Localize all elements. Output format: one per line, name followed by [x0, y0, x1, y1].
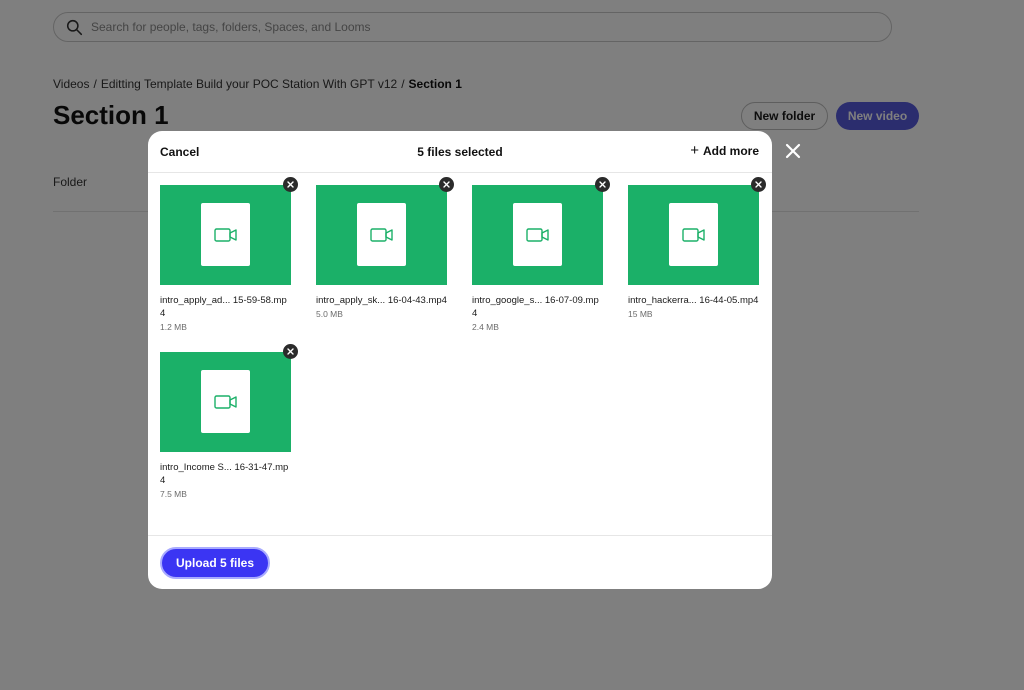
close-icon: [785, 143, 801, 159]
video-camera-icon: [525, 227, 549, 242]
close-modal-button[interactable]: [782, 140, 804, 162]
upload-files-button[interactable]: Upload 5 files: [160, 547, 270, 579]
remove-file-icon: [755, 181, 762, 188]
file-thumbnail: [160, 177, 298, 285]
modal-title: 5 files selected: [417, 145, 503, 159]
file-card: intro_google_s... 16-07-09.mp4 2.4 MB: [472, 177, 610, 332]
file-size: 5.0 MB: [316, 309, 343, 319]
modal-footer-divider: [148, 535, 772, 536]
modal-header: Cancel 5 files selected + Add more: [148, 131, 772, 173]
add-more-button[interactable]: + Add more: [690, 142, 759, 159]
file-preview: [201, 370, 250, 433]
file-size: 15 MB: [628, 309, 653, 319]
video-camera-icon: [681, 227, 705, 242]
file-name: intro_hackerra... 16-44-05.mp4: [628, 295, 759, 306]
file-card: intro_Income S... 16-31-47.mp4 7.5 MB: [160, 344, 298, 499]
file-thumbnail: [316, 177, 454, 285]
remove-file-icon: [599, 181, 606, 188]
file-thumbnail: [160, 344, 298, 452]
add-more-label: Add more: [702, 144, 759, 158]
file-card: intro_apply_sk... 16-04-43.mp4 5.0 MB: [316, 177, 454, 319]
remove-file-button[interactable]: [595, 177, 610, 192]
file-preview: [201, 203, 250, 266]
file-size: 2.4 MB: [472, 322, 499, 332]
file-thumbnail: [628, 177, 766, 285]
video-camera-icon: [369, 227, 393, 242]
video-camera-icon: [213, 227, 237, 242]
file-preview: [357, 203, 406, 266]
file-size: 1.2 MB: [160, 322, 187, 332]
remove-file-icon: [287, 181, 294, 188]
file-name: intro_Income S... 16-31-47.mp4: [160, 462, 289, 486]
remove-file-icon: [443, 181, 450, 188]
video-camera-icon: [213, 394, 237, 409]
remove-file-button[interactable]: [283, 344, 298, 359]
plus-icon: +: [690, 142, 699, 159]
file-size: 7.5 MB: [160, 489, 187, 499]
file-preview: [513, 203, 562, 266]
file-card: intro_hackerra... 16-44-05.mp4 15 MB: [628, 177, 766, 319]
file-thumbnail: [472, 177, 610, 285]
remove-file-button[interactable]: [439, 177, 454, 192]
file-preview: [669, 203, 718, 266]
file-name: intro_google_s... 16-07-09.mp4: [472, 295, 599, 319]
file-name: intro_apply_sk... 16-04-43.mp4: [316, 295, 447, 306]
file-card: intro_apply_ad... 15-59-58.mp4 1.2 MB: [160, 177, 298, 332]
remove-file-icon: [287, 348, 294, 355]
file-name: intro_apply_ad... 15-59-58.mp4: [160, 295, 287, 319]
remove-file-button[interactable]: [283, 177, 298, 192]
upload-modal: Cancel 5 files selected + Add more intro…: [148, 131, 772, 589]
remove-file-button[interactable]: [751, 177, 766, 192]
